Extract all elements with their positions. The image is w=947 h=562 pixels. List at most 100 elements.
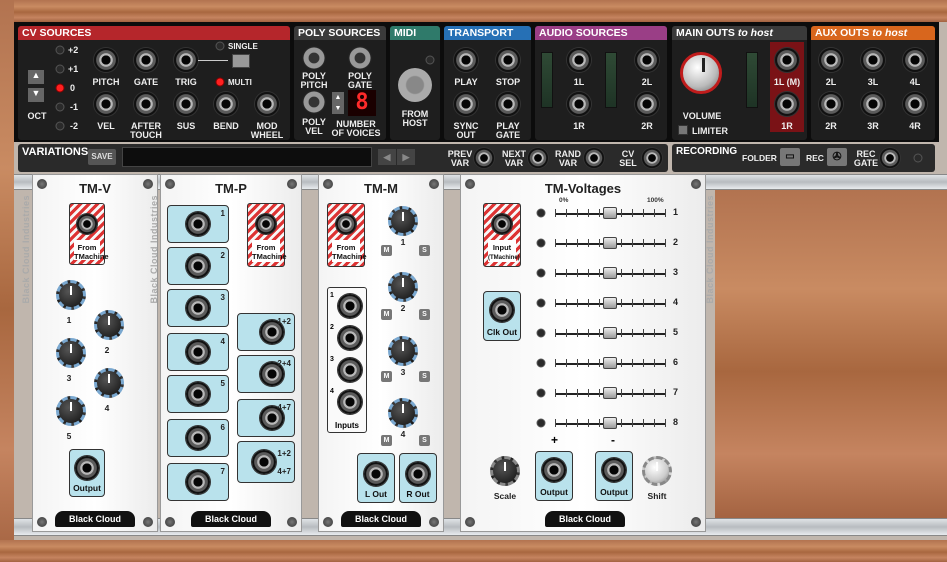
tmm-mute-2-button[interactable]: M [381,309,392,320]
aux-3l-jack[interactable] [861,48,885,72]
aux-outs-panel: AUX OUTS to host 2L 3L 4L 2R 3R 4R [811,26,935,140]
tmm-input-4-jack[interactable] [338,390,362,414]
vel-jack[interactable] [94,92,118,116]
aux-4l-jack[interactable] [903,48,927,72]
voices-stepper[interactable]: ▲ ▼ [332,92,344,114]
tmvolt-slider-tick [632,359,633,367]
tmm-knob-1[interactable] [388,206,418,236]
poly-vel-jack[interactable] [302,90,326,114]
tmvolt-input-jack[interactable] [492,214,512,234]
tmm-input-2-jack[interactable] [338,326,362,350]
tmm-tmachine-jack[interactable] [336,214,356,234]
variation-name-field[interactable] [122,147,372,167]
sus-jack[interactable] [174,92,198,116]
tmv-tmachine-jack[interactable] [77,214,97,234]
tmp-output-combo-jack[interactable] [252,450,276,474]
next-var-jack[interactable] [528,148,548,168]
gate-jack[interactable] [134,48,158,72]
tmvolt-slider-4[interactable] [603,297,617,309]
rec-button[interactable]: ✇ [827,148,847,166]
tmm-mute-3-button[interactable]: M [381,371,392,382]
aux-outs-header: AUX OUTS to host [811,26,935,40]
limiter-checkbox[interactable] [678,125,688,135]
tmvolt-scale-knob[interactable] [490,456,520,486]
tmp-input-3-jack[interactable] [186,296,210,320]
tmp-input-4-jack[interactable] [186,340,210,364]
main-out-r-jack[interactable] [775,92,799,116]
volume-knob[interactable] [680,52,722,94]
folder-button[interactable]: ▭ [780,148,800,166]
tmp-input-6-jack[interactable] [186,426,210,450]
tmvolt-slider-6[interactable] [603,357,617,369]
tmm-solo-2-button[interactable]: S [419,309,430,320]
tmvolt-clk-jack[interactable] [490,298,514,322]
bend-jack[interactable] [214,92,238,116]
tmm-solo-3-button[interactable]: S [419,371,430,382]
aux-2l-jack[interactable] [819,48,843,72]
tmm-solo-1-button[interactable]: S [419,245,430,256]
rec-gate-jack[interactable] [880,148,900,168]
audio-2r-jack[interactable] [635,92,659,116]
rand-var-jack[interactable] [584,148,604,168]
trig-jack[interactable] [174,48,198,72]
poly-pitch-jack[interactable] [302,46,326,70]
tmm-l-out-jack[interactable] [364,462,388,486]
tmp-input-1-jack[interactable] [186,212,210,236]
trig-label: TRIG [175,77,197,87]
tmm-input-1-jack[interactable] [338,294,362,318]
cv-sel-jack[interactable] [642,148,662,168]
audio-1r-jack[interactable] [567,92,591,116]
aux-2r-jack[interactable] [819,92,843,116]
prev-var-jack[interactable] [474,148,494,168]
tmp-input-5-jack[interactable] [186,382,210,406]
tmv-knob-4[interactable] [94,368,124,398]
tmp-input-2-jack[interactable] [186,254,210,278]
tmm-solo-4-button[interactable]: S [419,435,430,446]
tmv-knob-2[interactable] [94,310,124,340]
sync-out-jack[interactable] [454,92,478,116]
tmv-output-jack[interactable] [75,456,99,480]
tmvolt-output-plus-jack[interactable] [542,458,566,482]
variation-next-arrow-button[interactable]: ▶ [397,149,415,165]
octave-down-button[interactable]: ▼ [28,88,44,102]
tmv-knob-1[interactable] [56,280,86,310]
play-gate-jack[interactable] [496,92,520,116]
tmv-knob-3[interactable] [56,338,86,368]
tmvolt-slider-7[interactable] [603,387,617,399]
audio-2l-jack[interactable] [635,48,659,72]
tmm-knob-2[interactable] [388,272,418,302]
play-jack[interactable] [454,48,478,72]
tmvolt-slider-2[interactable] [603,237,617,249]
tmm-knob-4[interactable] [388,398,418,428]
stop-jack[interactable] [496,48,520,72]
tmp-input-6-label: 6 [220,423,225,432]
aftertouch-jack[interactable] [134,92,158,116]
save-button[interactable]: SAVE [88,149,116,165]
variation-prev-arrow-button[interactable]: ◀ [378,149,396,165]
tmm-knob-3-label: 3 [400,367,406,377]
aux-4r-jack[interactable] [903,92,927,116]
tmvolt-shift-knob[interactable] [642,456,672,486]
tmvolt-slider-3[interactable] [603,267,617,279]
mod-wheel-jack[interactable] [255,92,279,116]
main-out-l-jack[interactable] [775,48,799,72]
aux-3r-jack[interactable] [861,92,885,116]
tmvolt-slider-1[interactable] [603,207,617,219]
tmp-brand-left: Black Cloud Industries [149,195,159,304]
tmvolt-output-minus-jack[interactable] [602,458,626,482]
tmp-input-7-jack[interactable] [186,470,210,494]
tmvolt-slider-8[interactable] [603,417,617,429]
tmm-knob-3[interactable] [388,336,418,366]
tmm-input-3-jack[interactable] [338,358,362,382]
tmm-mute-4-button[interactable]: M [381,435,392,446]
tmv-knob-5[interactable] [56,396,86,426]
tmp-tmachine-jack[interactable] [256,214,276,234]
tmm-mute-1-button[interactable]: M [381,245,392,256]
poly-gate-jack[interactable] [348,46,372,70]
mode-switch[interactable] [232,54,250,68]
tmvolt-slider-5[interactable] [603,327,617,339]
octave-up-button[interactable]: ▲ [28,70,44,84]
audio-1l-jack[interactable] [567,48,591,72]
pitch-jack[interactable] [94,48,118,72]
tmm-r-out-jack[interactable] [406,462,430,486]
